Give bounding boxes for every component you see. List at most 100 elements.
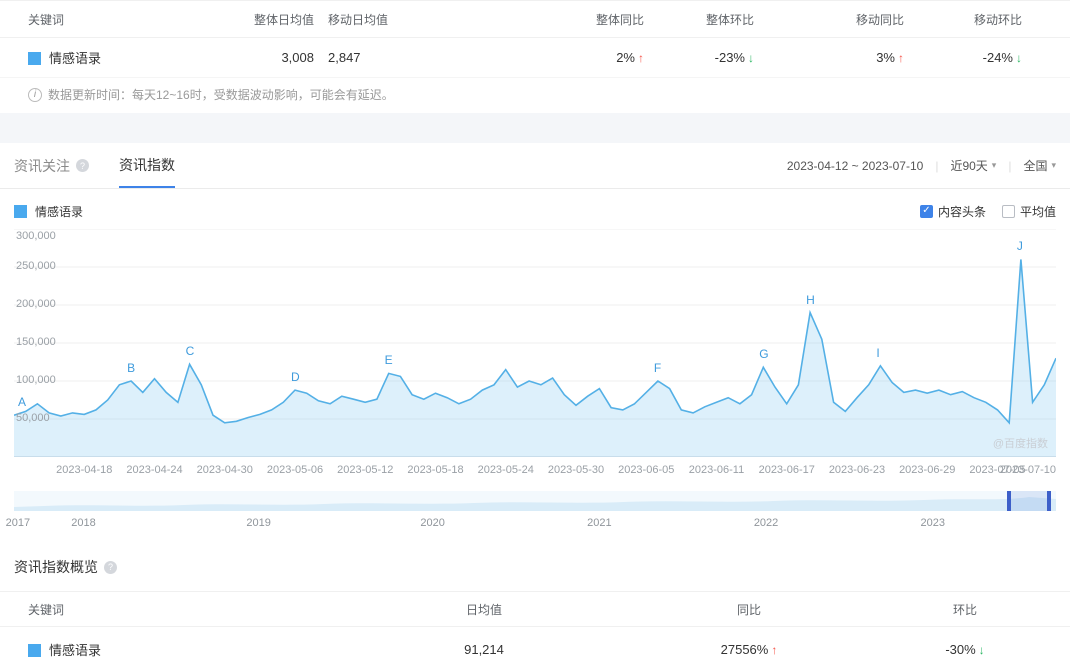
timeline-year-label: 2019 bbox=[246, 517, 271, 529]
x-axis-label: 2023-04-24 bbox=[126, 464, 183, 476]
period-label: 近90天 bbox=[950, 159, 988, 173]
x-axis-label: 2023-06-17 bbox=[758, 464, 815, 476]
overview-col-mom: 环比 bbox=[952, 602, 977, 617]
chart-options: ✓ 内容头条 平均值 bbox=[919, 203, 1056, 220]
x-axis-label: 2023-06-23 bbox=[828, 464, 886, 476]
x-axis-label: 2023-05-06 bbox=[266, 464, 324, 476]
overview-col-daily-avg: 日均值 bbox=[465, 602, 502, 617]
tab-label: 资讯指数 bbox=[119, 156, 175, 173]
mobile-mom-cell: -24% ↓ bbox=[910, 50, 1056, 65]
keyword-label: 情感语录 bbox=[49, 642, 102, 658]
summary-table-row: 情感语录 3,008 2,847 2% ↑ -23% ↓ 3% ↑ -24% ↓ bbox=[0, 38, 1070, 78]
up-arrow-icon: ↑ bbox=[771, 642, 778, 657]
x-axis-label: 2023-05-18 bbox=[407, 464, 464, 476]
timeline-year-label: 2018 bbox=[71, 517, 96, 529]
region-label: 全国 bbox=[1023, 159, 1048, 173]
x-axis-label: 2023-04-30 bbox=[196, 464, 253, 476]
checkbox-label: 内容头条 bbox=[937, 204, 986, 219]
series-legend: 情感语录 bbox=[14, 203, 83, 220]
trend-area-chart[interactable] bbox=[14, 229, 1056, 457]
average-toggle[interactable]: 平均值 bbox=[1001, 203, 1056, 220]
up-arrow-icon: ↑ bbox=[638, 51, 644, 65]
legend-keyword-label: 情感语录 bbox=[35, 204, 84, 219]
keyword-summary-card: 关键词 整体日均值 移动日均值 整体同比 整体环比 移动同比 移动环比 情感语录… bbox=[0, 0, 1070, 113]
help-icon[interactable]: ? bbox=[104, 560, 117, 574]
brush-selection-handles[interactable] bbox=[1007, 491, 1051, 511]
overview-col-yoy: 同比 bbox=[736, 602, 761, 617]
overview-yoy-cell: 27556% ↑ bbox=[624, 642, 874, 657]
x-axis-label: 2023-06-05 bbox=[618, 464, 675, 476]
legend-row: 情感语录 ✓ 内容头条 平均值 bbox=[0, 189, 1070, 223]
overall-daily-avg-value: 3,008 bbox=[281, 50, 314, 65]
overview-table-row: 情感语录 91,214 27556% ↑ -30% ↓ bbox=[0, 627, 1070, 660]
mobile-yoy-cell: 3% ↑ bbox=[760, 50, 910, 65]
x-axis-label: 2023-05-24 bbox=[477, 464, 534, 476]
checkbox-checked-icon[interactable]: ✓ bbox=[919, 204, 933, 218]
checkbox-label: 平均值 bbox=[1019, 204, 1056, 219]
brush-mini-chart bbox=[14, 497, 1056, 511]
mobile-mom-value: -24% bbox=[982, 50, 1013, 65]
timeline-year-label: 2017 bbox=[5, 517, 31, 529]
divider: | bbox=[1008, 158, 1012, 173]
summary-col-overall-yoy: 整体同比 bbox=[595, 12, 644, 27]
timeline-year-label: 2023 bbox=[920, 517, 946, 529]
series-color-swatch bbox=[28, 643, 41, 657]
tab-label: 资讯关注 bbox=[14, 157, 70, 174]
keyword-cell: 情感语录 bbox=[14, 640, 344, 659]
x-axis-label: 2023-05-30 bbox=[547, 464, 605, 476]
timeline-year-label: 2022 bbox=[753, 517, 779, 529]
overview-mom-cell: -30% ↓ bbox=[874, 642, 1056, 657]
trend-chart[interactable]: 50,000 100,000 150,000 200,000 250,000 300,00… bbox=[14, 229, 1056, 457]
down-arrow-icon: ↓ bbox=[748, 51, 754, 65]
overall-mom-cell: -23% ↓ bbox=[650, 50, 760, 65]
news-index-overview-card: 资讯指数概览 ? 关键词 日均值 同比 环比 情感语录 91,214 27556… bbox=[0, 541, 1070, 660]
summary-col-mobile-yoy: 移动同比 bbox=[855, 12, 904, 27]
summary-col-mobile-avg: 移动日均值 bbox=[328, 12, 389, 27]
note-text: 数据更新时间：每天12~16时，受数据波动影响，可能会有延迟。 bbox=[48, 88, 394, 102]
summary-col-overall-mom: 整体环比 bbox=[705, 12, 754, 27]
x-axis-label: 2023-06-29 bbox=[899, 464, 956, 476]
section-divider bbox=[0, 113, 1070, 143]
trend-tabbar: 资讯关注 ? 资讯指数 2023-04-12 ~ 2023-07-10 | 近9… bbox=[0, 143, 1070, 189]
summary-table-header: 关键词 整体日均值 移动日均值 整体同比 整体环比 移动同比 移动环比 bbox=[0, 0, 1070, 38]
overall-yoy-cell: 2% ↑ bbox=[560, 50, 650, 65]
down-arrow-icon: ↓ bbox=[1016, 51, 1022, 65]
up-arrow-icon: ↑ bbox=[898, 51, 904, 65]
date-range-picker[interactable]: 2023-04-12 ~ 2023-07-10 bbox=[787, 159, 923, 173]
overview-mom-value: -30% bbox=[945, 641, 976, 657]
region-dropdown[interactable]: 全国 ▾ bbox=[1023, 157, 1056, 174]
summary-col-keyword: 关键词 bbox=[28, 12, 65, 27]
x-axis-labels: 2023-04-18 2023-04-24 2023-04-30 2023-05-06… bbox=[14, 459, 1056, 483]
divider: | bbox=[935, 158, 939, 173]
series-color-swatch bbox=[28, 52, 41, 65]
trend-card: 资讯关注 ? 资讯指数 2023-04-12 ~ 2023-07-10 | 近9… bbox=[0, 143, 1070, 535]
mobile-daily-avg-value: 2,847 bbox=[328, 50, 361, 65]
x-axis-label: 2023-04-18 bbox=[56, 464, 113, 476]
overview-yoy-value: 27556% bbox=[720, 641, 769, 657]
content-headline-toggle[interactable]: ✓ 内容头条 bbox=[919, 203, 986, 220]
timeline-brush[interactable] bbox=[14, 491, 1056, 511]
overview-table-header: 关键词 日均值 同比 环比 bbox=[0, 591, 1070, 627]
tab-news-attention[interactable]: 资讯关注 ? bbox=[14, 143, 89, 188]
timeline-year-label: 2021 bbox=[587, 517, 612, 529]
down-arrow-icon: ↓ bbox=[978, 642, 985, 657]
overview-title: 资讯指数概览 ? bbox=[0, 557, 1070, 577]
x-axis-label: 2023-05-12 bbox=[337, 464, 394, 476]
keyword-label: 情感语录 bbox=[49, 51, 102, 66]
checkbox-unchecked-icon[interactable] bbox=[1001, 204, 1015, 218]
keyword-cell: 情感语录 bbox=[14, 48, 230, 67]
overall-yoy-value: 2% bbox=[616, 50, 635, 65]
help-icon[interactable]: ? bbox=[76, 159, 89, 172]
tab-news-index[interactable]: 资讯指数 bbox=[119, 143, 175, 188]
series-color-swatch bbox=[14, 204, 27, 218]
chevron-down-icon: ▾ bbox=[1051, 160, 1056, 170]
timeline-year-label: 2020 bbox=[420, 517, 445, 529]
overall-mom-value: -23% bbox=[714, 50, 745, 65]
chevron-down-icon: ▾ bbox=[991, 160, 997, 170]
overview-title-text: 资讯指数概览 bbox=[14, 559, 98, 575]
summary-col-mobile-mom: 移动环比 bbox=[973, 12, 1022, 27]
period-dropdown[interactable]: 近90天 ▾ bbox=[950, 157, 996, 174]
x-axis-label: 2023-07-10 bbox=[999, 464, 1056, 476]
overview-col-keyword: 关键词 bbox=[28, 602, 65, 617]
x-axis-label: 2023-06-11 bbox=[688, 464, 745, 476]
